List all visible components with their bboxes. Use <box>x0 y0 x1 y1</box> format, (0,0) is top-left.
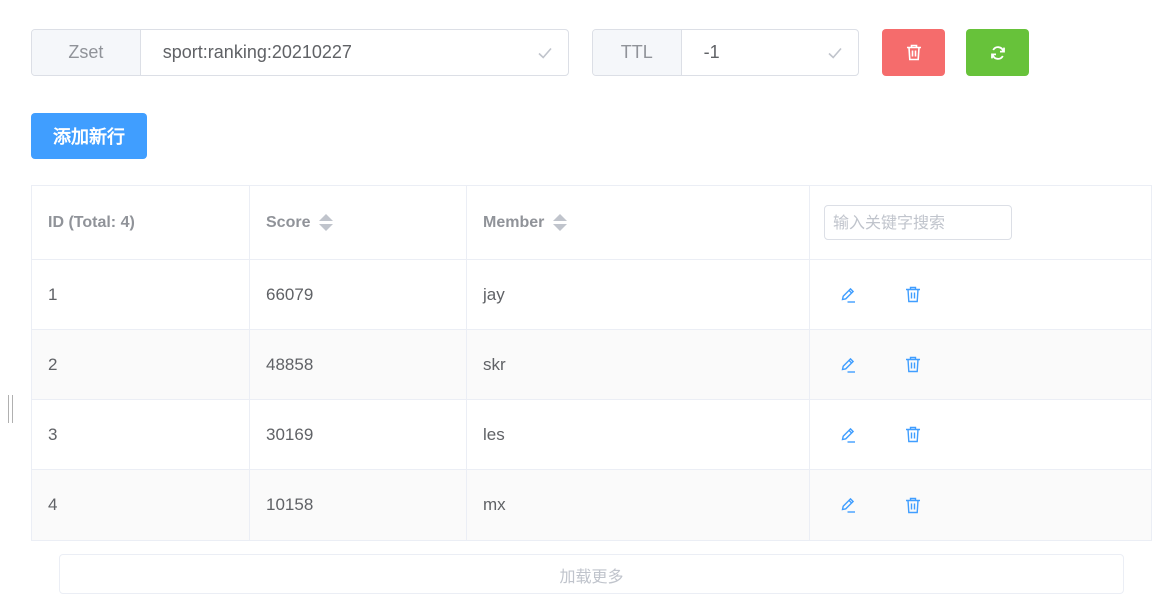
row-actions <box>810 260 1151 329</box>
zset-table: ID (Total: 4) Score Member 1 66079 jay <box>31 185 1152 541</box>
row-actions <box>810 330 1151 399</box>
column-header-id: ID (Total: 4) <box>32 186 250 259</box>
row-score: 30169 <box>250 400 467 469</box>
row-id: 4 <box>32 470 250 540</box>
row-member: les <box>467 400 810 469</box>
row-id: 1 <box>32 260 250 329</box>
confirm-ttl-check-icon[interactable] <box>826 44 844 62</box>
table-row: 1 66079 jay <box>32 260 1151 330</box>
table-header-row: ID (Total: 4) Score Member <box>32 186 1151 260</box>
delete-row-icon[interactable] <box>903 285 923 305</box>
column-header-member[interactable]: Member <box>467 186 810 259</box>
table-row: 4 10158 mx <box>32 470 1151 540</box>
row-member: jay <box>467 260 810 329</box>
sort-score-icon[interactable] <box>319 214 334 231</box>
delete-row-icon[interactable] <box>903 495 923 515</box>
add-new-row-button[interactable]: 添加新行 <box>31 113 147 159</box>
column-header-actions <box>810 186 1151 259</box>
edit-icon[interactable] <box>838 495 858 515</box>
ttl-group: TTL -1 <box>592 29 859 76</box>
row-member: skr <box>467 330 810 399</box>
edit-icon[interactable] <box>838 355 858 375</box>
trash-icon <box>906 44 921 61</box>
sort-ascending-icon[interactable] <box>319 214 334 221</box>
ttl-value: -1 <box>703 42 720 62</box>
row-score: 10158 <box>250 470 467 540</box>
key-name-group: Zset sport:ranking:20210227 <box>31 29 569 76</box>
row-id: 3 <box>32 400 250 469</box>
column-id-label: ID (Total: 4) <box>48 213 135 231</box>
row-id: 2 <box>32 330 250 399</box>
keyword-search-input[interactable] <box>824 205 1012 240</box>
key-type-label: Zset <box>32 30 141 75</box>
key-name-input[interactable]: sport:ranking:20210227 <box>141 30 568 75</box>
sort-member-icon[interactable] <box>553 214 568 231</box>
resize-handle[interactable] <box>8 395 13 423</box>
ttl-input[interactable]: -1 <box>682 30 858 75</box>
row-member: mx <box>467 470 810 540</box>
delete-key-button[interactable] <box>882 29 945 76</box>
refresh-icon <box>990 45 1005 60</box>
sort-descending-icon[interactable] <box>319 224 334 231</box>
row-actions <box>810 400 1151 469</box>
edit-icon[interactable] <box>838 425 858 445</box>
edit-icon[interactable] <box>838 285 858 305</box>
sort-descending-icon[interactable] <box>553 224 568 231</box>
column-score-label: Score <box>266 213 311 231</box>
column-header-score[interactable]: Score <box>250 186 467 259</box>
table-row: 2 48858 skr <box>32 330 1151 400</box>
key-name-value: sport:ranking:20210227 <box>162 42 352 62</box>
confirm-key-check-icon[interactable] <box>536 44 554 62</box>
load-more-button[interactable]: 加载更多 <box>59 554 1124 594</box>
refresh-button[interactable] <box>966 29 1029 76</box>
delete-row-icon[interactable] <box>903 355 923 375</box>
ttl-label: TTL <box>593 30 682 75</box>
row-actions <box>810 470 1151 540</box>
delete-row-icon[interactable] <box>903 425 923 445</box>
row-score: 48858 <box>250 330 467 399</box>
row-score: 66079 <box>250 260 467 329</box>
column-member-label: Member <box>483 213 545 231</box>
sort-ascending-icon[interactable] <box>553 214 568 221</box>
table-row: 3 30169 les <box>32 400 1151 470</box>
